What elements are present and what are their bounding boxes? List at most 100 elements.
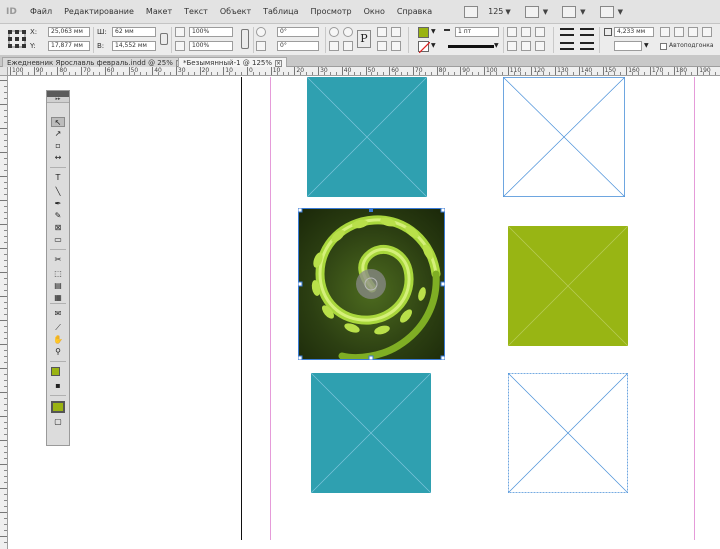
corner-shape-dropdown-icon[interactable]: ▼ [644, 42, 649, 49]
select-content-button[interactable] [377, 41, 387, 51]
arrange-dropdown-icon[interactable]: ▼ [618, 8, 623, 16]
pen-tool-icon[interactable]: ✒ [51, 199, 65, 209]
select-container-button[interactable] [377, 27, 387, 37]
scissors-icon[interactable]: ✂ [51, 255, 65, 265]
note-tool-icon[interactable]: ✉ [51, 309, 65, 319]
auto-fit-checkbox[interactable] [660, 43, 667, 50]
stroke-dropdown-icon[interactable]: ▼ [431, 42, 436, 49]
offset-field[interactable]: 4,233 мм [614, 27, 654, 37]
arrange-documents-icon[interactable] [599, 5, 614, 18]
fill-frame-button[interactable] [674, 27, 684, 37]
menu-table[interactable]: Таблица [263, 7, 298, 16]
rotate-ccw-button[interactable] [343, 27, 353, 37]
corner-shape-field[interactable] [614, 41, 642, 51]
gradient-swatch-icon[interactable]: ▤ [51, 281, 65, 291]
screen-mode-menu-icon[interactable] [562, 5, 577, 18]
menu-object[interactable]: Объект [220, 7, 251, 16]
align-center-icon[interactable] [580, 28, 594, 36]
direct-selection-icon[interactable]: ↗ [51, 129, 65, 139]
apply-color-icon[interactable]: ▪ [51, 381, 65, 391]
align-left-icon[interactable] [560, 28, 574, 36]
scale-y-field[interactable]: 100% [189, 41, 233, 51]
fill-stroke-icon[interactable] [51, 367, 60, 376]
gradient-feather-icon[interactable]: ▦ [51, 293, 65, 303]
height-field[interactable]: 14,552 мм [112, 41, 156, 51]
pencil-tool-icon[interactable]: ✎ [51, 211, 65, 221]
zoom-tool-icon[interactable]: ⚲ [51, 347, 65, 357]
green-rectangle-frame[interactable] [508, 226, 628, 346]
proportion-lock-icon[interactable] [241, 29, 249, 49]
stroke-weight-field[interactable]: 1 пт [455, 27, 499, 37]
rotate-cw-button[interactable] [329, 27, 339, 37]
menu-edit[interactable]: Редактирование [64, 7, 134, 16]
eyedropper-icon[interactable]: ⟋ [51, 323, 65, 333]
menu-help[interactable]: Справка [397, 7, 432, 16]
center-content-button[interactable] [702, 27, 712, 37]
ruler-minor-tick [282, 72, 284, 75]
text-wrap-none-button[interactable] [507, 27, 517, 37]
flip-horizontal-button[interactable] [329, 41, 339, 51]
p-icon[interactable]: P [357, 30, 371, 48]
stroke-type-sample[interactable] [448, 45, 494, 48]
free-transform-icon[interactable]: ⬚ [51, 269, 65, 279]
x-position-field[interactable]: 25,063 мм [48, 27, 90, 37]
view-options-dropdown-icon[interactable]: ▼ [543, 8, 548, 16]
vertical-ruler[interactable] [0, 76, 8, 549]
normal-view-icon[interactable] [51, 401, 65, 413]
text-wrap-shape-button[interactable] [535, 27, 545, 37]
fern-image-frame[interactable] [298, 208, 445, 360]
distribute-icon[interactable] [560, 42, 574, 50]
screen-mode-dropdown-icon[interactable]: ▼ [580, 8, 585, 16]
scale-x-field[interactable]: 100% [189, 27, 233, 37]
horizontal-ruler[interactable]: 100 90 80 70 60 50 40 30 20 10 0 10 20 30 40 50 60 70 80 90… [8, 67, 720, 76]
view-options-icon[interactable] [524, 5, 539, 18]
select-previous-button[interactable] [391, 41, 401, 51]
hand-tool-icon[interactable]: ✋ [51, 335, 65, 345]
menu-type[interactable]: Текст [184, 7, 208, 16]
teal-rectangle-frame-bottom[interactable] [311, 373, 431, 493]
gap-tool-icon[interactable]: ↔ [51, 153, 65, 163]
rotation-field[interactable]: 0° [277, 27, 319, 37]
fill-swatch[interactable] [418, 27, 429, 38]
rectangle-frame-icon[interactable]: ⊠ [51, 223, 65, 233]
text-wrap-box-button[interactable] [521, 27, 531, 37]
empty-graphic-frame-bottom[interactable] [508, 373, 628, 493]
fit-frame-button[interactable] [688, 27, 698, 37]
distribute-center-icon[interactable] [580, 42, 594, 50]
shear-field[interactable]: 0° [277, 41, 319, 51]
drop-shadow-button[interactable] [521, 41, 531, 51]
stroke-swatch[interactable] [418, 41, 431, 54]
ruler-minor-tick [519, 72, 521, 75]
tab-document-2[interactable]: *Безымянный-1 @ 125% × [178, 57, 288, 67]
menu-layout[interactable]: Макет [146, 7, 172, 16]
teal-rectangle-frame[interactable] [307, 77, 427, 197]
screen-mode-icon[interactable]: ▢ [51, 417, 65, 427]
tab-document-1[interactable]: Ежедневник Ярославль февраль.indd @ 25%× [2, 57, 188, 67]
type-tool-icon[interactable]: T [51, 173, 65, 183]
page-tool-icon[interactable]: ▫ [51, 141, 65, 151]
fill-dropdown-icon[interactable]: ▼ [431, 28, 436, 35]
effects-fx-button[interactable] [507, 41, 517, 51]
stroke-type-dropdown-icon[interactable]: ▼ [494, 42, 499, 49]
rectangle-tool-icon[interactable]: ▭ [51, 235, 65, 245]
reference-point-icon[interactable] [8, 30, 26, 48]
width-field[interactable]: 62 мм [112, 27, 156, 37]
tools-panel-collapse[interactable]: ▸▸ [47, 97, 69, 103]
menu-file[interactable]: Файл [30, 7, 52, 16]
bridge-icon[interactable] [464, 5, 479, 18]
y-position-field[interactable]: 17,877 мм [48, 41, 90, 51]
zoom-level[interactable]: 125 [488, 7, 503, 16]
menu-window[interactable]: Окно [364, 7, 385, 16]
opacity-button[interactable] [535, 41, 545, 51]
flip-vertical-button[interactable] [343, 41, 353, 51]
select-next-button[interactable] [391, 27, 401, 37]
menu-view[interactable]: Просмотр [311, 7, 352, 16]
zoom-dropdown-icon[interactable]: ▼ [505, 8, 510, 16]
close-icon[interactable]: × [275, 59, 283, 67]
ruler-corner[interactable] [0, 67, 8, 76]
selection-icon[interactable]: ↖ [51, 117, 65, 127]
fit-content-button[interactable] [660, 27, 670, 37]
line-tool-icon[interactable]: ╲ [51, 187, 65, 197]
constrain-proportions-icon[interactable] [160, 33, 168, 45]
empty-graphic-frame[interactable] [503, 77, 625, 197]
